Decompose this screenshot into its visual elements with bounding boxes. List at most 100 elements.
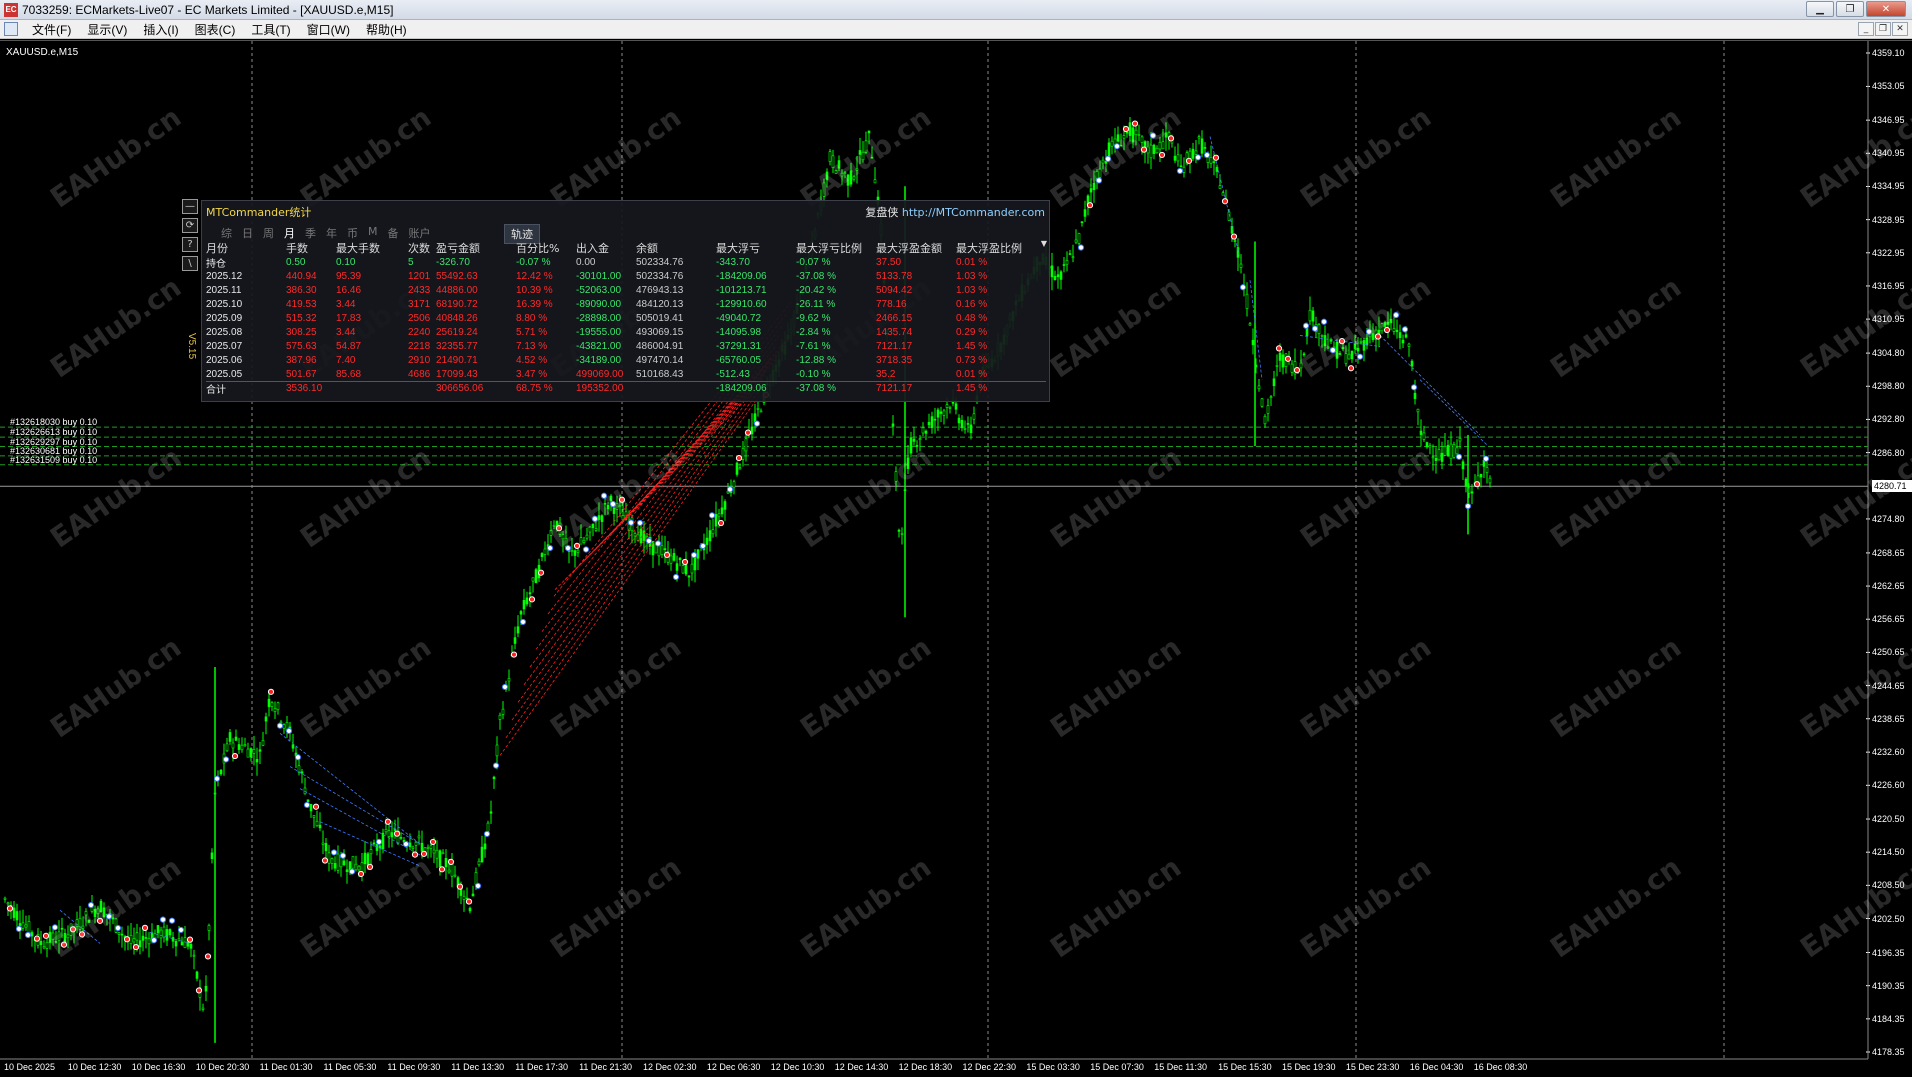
mdi-close-icon[interactable]: ✕ (1892, 22, 1908, 36)
stats-header-cell[interactable]: 最大浮亏比例 (796, 240, 876, 256)
stats-row[interactable]: 2025.08 308.25 3.44 2240 25619.24 5.71 % -1955… (206, 325, 1046, 339)
refresh-icon[interactable]: ⟳ (182, 218, 198, 233)
candle-body (183, 937, 187, 949)
document-icon[interactable] (4, 22, 18, 36)
sell-marker (1347, 365, 1355, 372)
version-label: V5.15 (186, 333, 197, 360)
stats-cell: 2025.10 (206, 298, 243, 310)
candle-body (15, 911, 19, 921)
candle-body (1404, 334, 1408, 338)
buy-marker (1365, 328, 1373, 335)
candle-body (528, 592, 532, 595)
menu-view[interactable]: 显示(V) (79, 21, 135, 38)
stats-header-cell[interactable]: 最大浮盈金额 (876, 240, 956, 256)
candle-body (18, 923, 22, 926)
menu-insert[interactable]: 插入(I) (135, 21, 186, 38)
stats-row[interactable]: 2025.07 575.63 54.87 2218 32355.77 7.13 % -438… (206, 339, 1046, 353)
candle-body (612, 507, 616, 514)
stats-header-cell[interactable]: 余额 (636, 240, 716, 256)
candle-body (561, 534, 565, 540)
stats-cell: -512.43 (716, 368, 750, 380)
period-tab[interactable]: M (363, 225, 383, 241)
candle-body (99, 900, 103, 913)
candle-body (1422, 432, 1426, 440)
stats-header-cell[interactable]: 最大手数 (336, 240, 408, 256)
trade-line (279, 733, 421, 845)
stats-cell: 778.16 (876, 298, 907, 310)
stats-row[interactable]: 2025.05 501.67 85.68 4686 17099.43 3.47 % 4990… (206, 367, 1046, 381)
candle-body (333, 863, 337, 869)
stats-row[interactable]: 2025.10 419.53 3.44 3171 68190.72 16.39 % -890… (206, 297, 1046, 311)
stats-row[interactable]: 2025.09 515.32 17.83 2506 40848.26 8.80 % -288… (206, 311, 1046, 325)
period-tab[interactable]: 季 (300, 225, 321, 241)
chart-canvas[interactable] (0, 41, 1912, 1077)
period-tab[interactable]: 账户 (404, 225, 436, 241)
stats-header-cell[interactable]: 百分比% (516, 240, 576, 256)
menu-window[interactable]: 窗口(W) (299, 21, 358, 38)
stats-cell: 55492.63 (436, 270, 478, 282)
candle-body (1116, 134, 1120, 142)
candle-body (1290, 363, 1294, 373)
candle-body (225, 743, 229, 752)
settings-icon[interactable]: \ (182, 256, 198, 271)
sell-marker (663, 551, 671, 558)
panel-link[interactable]: 复盘侠 http://MTCommander.com (865, 204, 1045, 220)
candle-body (597, 515, 601, 520)
period-tab[interactable]: 备 (383, 225, 404, 241)
period-tab[interactable]: 综 (216, 225, 237, 241)
candle-body (450, 863, 454, 877)
candle-body (1320, 334, 1324, 337)
period-tab[interactable]: 年 (321, 225, 342, 241)
mdi-minimize-icon[interactable]: _ (1858, 22, 1874, 36)
buy-marker (636, 519, 644, 527)
menu-file[interactable]: 文件(F) (24, 21, 79, 38)
menu-charts[interactable]: 图表(C) (187, 21, 244, 38)
stats-cell: 2218 (408, 340, 431, 352)
stats-row[interactable]: 合计 3536.10 306656.06 68.75 % 195352.00 -18420… (206, 381, 1046, 396)
menu-help[interactable]: 帮助(H) (358, 21, 415, 38)
time-tick-label: 15 Dec 15:30 (1218, 1062, 1272, 1072)
period-tab[interactable]: 周 (258, 225, 279, 241)
stats-header-cell[interactable]: 次数 (408, 240, 436, 256)
sell-marker (744, 429, 752, 436)
menu-tools[interactable]: 工具(T) (243, 21, 298, 38)
period-tab[interactable]: 月 (279, 225, 300, 241)
collapse-icon[interactable]: — (182, 199, 198, 214)
candle-body (1221, 192, 1225, 196)
candle-body (669, 555, 673, 564)
period-tab[interactable]: 币 (342, 225, 363, 241)
stats-cell: 2466.15 (876, 312, 913, 324)
candle-body (687, 575, 691, 578)
stats-row[interactable]: 持仓 0.50 0.10 5 -326.70 -0.07 % 0.00 502334.76 -3… (206, 255, 1046, 270)
candle-body (1452, 444, 1456, 458)
candle-body (3, 897, 7, 900)
help-icon[interactable]: ? (182, 237, 198, 252)
stats-header-cell[interactable]: 最大浮亏 (716, 240, 796, 256)
stats-header-cell[interactable]: 出入金 (576, 240, 636, 256)
stats-row[interactable]: 2025.12 440.94 95.39 1201 55492.63 12.42 % -30… (206, 269, 1046, 283)
stats-cell: 386.30 (286, 284, 317, 296)
sell-marker (1293, 367, 1301, 374)
panel-url[interactable]: http://MTCommander.com (902, 206, 1045, 219)
stats-header-cell[interactable]: 盈亏金额 (436, 240, 516, 256)
mdi-restore-icon[interactable]: ❐ (1875, 22, 1891, 36)
stats-cell: 2433 (408, 284, 431, 296)
stats-header-cell[interactable]: 最大浮盈比例 (956, 240, 1026, 256)
candle-body (1359, 341, 1363, 343)
sell-marker (6, 905, 14, 912)
candle-body (384, 828, 388, 833)
stats-row[interactable]: 2025.11 386.30 16.46 2433 44886.00 10.39 % -52… (206, 283, 1046, 297)
stats-row[interactable]: 2025.06 387.96 7.40 2910 21490.71 4.52 % -3418… (206, 353, 1046, 367)
buy-marker (1104, 155, 1112, 162)
restore-icon[interactable]: ❐ (1836, 1, 1864, 17)
candle-body (588, 526, 592, 533)
stats-header-cell[interactable]: 手数 (286, 240, 336, 256)
price-axis[interactable]: 4359.10 4353.05 4346.95 4340.95 4334.95 4328.… (1870, 41, 1912, 1059)
sell-marker (312, 803, 320, 810)
candle-body (1176, 154, 1180, 162)
minimize-icon[interactable]: ▁ (1806, 1, 1834, 17)
candle-body (678, 557, 682, 561)
price-chart[interactable]: XAUUSD.e,M15 EAHub.cn EAHub.cn EAHub.cn EAH… (0, 40, 1912, 1077)
close-icon[interactable]: ✕ (1866, 1, 1906, 17)
period-tab[interactable]: 日 (237, 225, 258, 241)
